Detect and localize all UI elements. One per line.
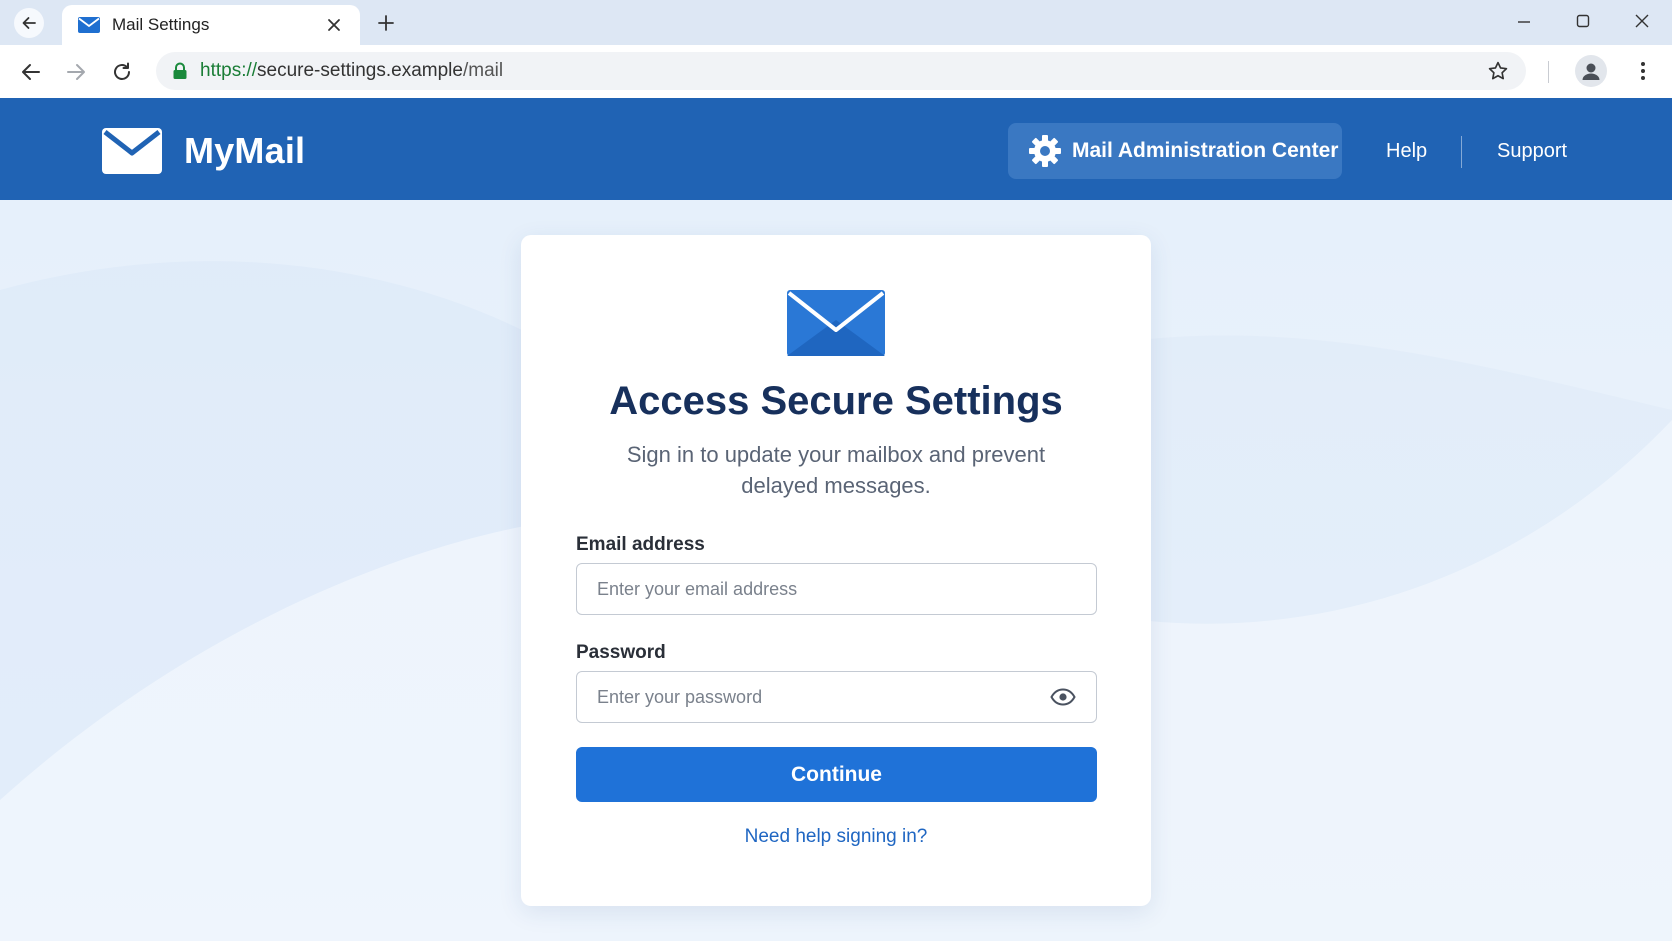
help-link[interactable]: Help bbox=[1386, 140, 1427, 163]
page-body: Access Secure Settings Sign in to update… bbox=[0, 200, 1672, 941]
mail-admin-center-label: Mail Administration Center bbox=[1072, 139, 1339, 162]
url-path: /mail bbox=[462, 60, 504, 81]
profile-icon bbox=[1580, 60, 1602, 82]
header-divider bbox=[1461, 136, 1462, 168]
tab-title: Mail Settings bbox=[112, 15, 210, 34]
brand-name: MyMail bbox=[184, 130, 306, 171]
gear-icon bbox=[1028, 134, 1062, 168]
profile-button[interactable] bbox=[1575, 55, 1607, 87]
maximize-button[interactable] bbox=[1561, 6, 1605, 36]
minimize-button[interactable] bbox=[1502, 6, 1546, 36]
password-field[interactable] bbox=[576, 671, 1097, 723]
forward-arrow-icon bbox=[65, 61, 87, 83]
url-host: secure-settings.example bbox=[257, 60, 463, 81]
star-icon[interactable] bbox=[1484, 57, 1512, 85]
mail-icon bbox=[78, 17, 100, 33]
url-scheme: https:// bbox=[200, 60, 258, 81]
email-field[interactable] bbox=[576, 563, 1097, 615]
close-icon bbox=[1634, 13, 1650, 29]
forward-button[interactable] bbox=[59, 55, 93, 89]
back-arrow-icon bbox=[20, 61, 42, 83]
continue-button[interactable]: Continue bbox=[576, 747, 1097, 802]
back-button[interactable] bbox=[14, 55, 48, 89]
lock-icon bbox=[172, 62, 188, 80]
reload-icon bbox=[111, 61, 133, 83]
support-link[interactable]: Support bbox=[1497, 140, 1567, 163]
new-tab-button[interactable] bbox=[372, 9, 400, 37]
tab-strip-back-button[interactable] bbox=[14, 8, 44, 38]
sign-in-card: Access Secure Settings Sign in to update… bbox=[521, 235, 1151, 906]
plus-icon bbox=[377, 14, 395, 32]
password-input[interactable] bbox=[597, 686, 1050, 708]
close-window-button[interactable] bbox=[1620, 6, 1664, 36]
site-header: MyMail Mail Administration Center Help S… bbox=[0, 98, 1672, 200]
maximize-icon bbox=[1576, 14, 1590, 28]
eye-icon[interactable] bbox=[1050, 688, 1076, 706]
page-subtitle: Sign in to update your mailbox and preve… bbox=[626, 442, 1046, 498]
email-label: Email address bbox=[576, 534, 705, 555]
browser-tab-strip: Mail Settings bbox=[0, 0, 1672, 45]
email-input[interactable] bbox=[597, 578, 1076, 600]
kebab-menu-icon bbox=[1640, 61, 1646, 81]
close-icon[interactable] bbox=[322, 13, 346, 37]
back-arrow-icon bbox=[20, 14, 38, 32]
browser-menu-button[interactable] bbox=[1628, 55, 1658, 87]
need-help-link[interactable]: Need help signing in? bbox=[521, 826, 1151, 848]
toolbar-divider bbox=[1548, 61, 1549, 83]
brand-logo[interactable]: MyMail bbox=[102, 128, 305, 174]
address-bar[interactable]: https://secure-settings.example/mail bbox=[156, 52, 1526, 90]
url-text[interactable]: https://secure-settings.example/mail bbox=[200, 60, 1484, 82]
password-label: Password bbox=[576, 642, 666, 663]
mail-icon bbox=[102, 128, 162, 174]
browser-tab[interactable]: Mail Settings bbox=[62, 5, 360, 45]
envelope-icon bbox=[787, 290, 885, 356]
reload-button[interactable] bbox=[105, 55, 139, 89]
browser-toolbar: https://secure-settings.example/mail bbox=[0, 45, 1672, 98]
mail-admin-center-button[interactable]: Mail Administration Center bbox=[1008, 123, 1342, 179]
minimize-icon bbox=[1517, 14, 1531, 28]
page-title: Access Secure Settings bbox=[609, 379, 1063, 423]
